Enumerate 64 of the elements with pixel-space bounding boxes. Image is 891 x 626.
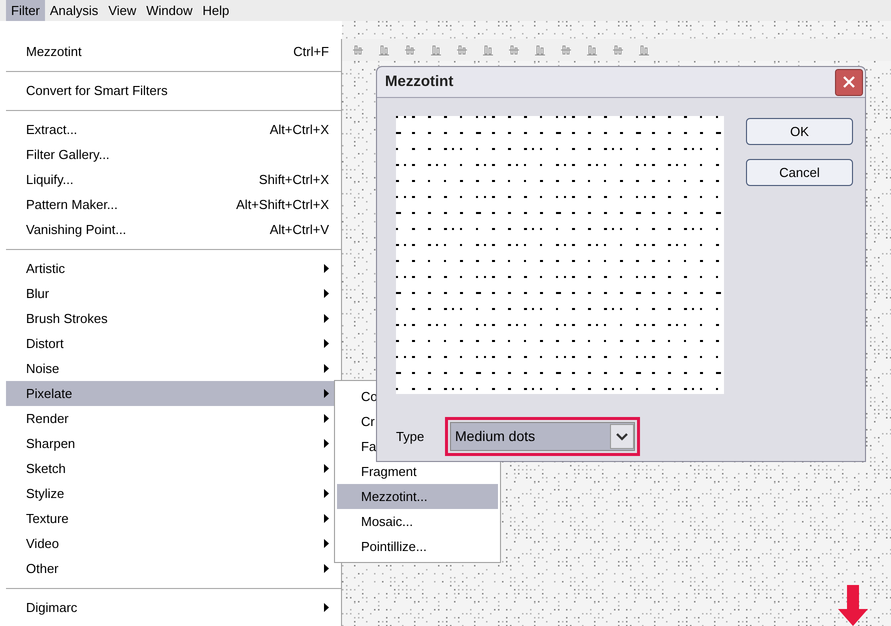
menu-item-label: Convert for Smart Filters bbox=[26, 82, 169, 100]
shortcut-label: Alt+Ctrl+X bbox=[270, 120, 329, 139]
menu-item-label: Artistic bbox=[26, 260, 66, 278]
menu-item-label: Sketch bbox=[26, 460, 67, 478]
menu-item[interactable]: Convert for Smart Filters bbox=[6, 78, 341, 103]
menu-bar-item[interactable]: Filter bbox=[6, 0, 45, 21]
menu-bar-item[interactable]: Analysis bbox=[44, 0, 104, 21]
menu-item-label: Noise bbox=[26, 360, 60, 378]
submenu-arrow-icon bbox=[324, 364, 329, 373]
submenu-arrow-icon bbox=[324, 264, 329, 273]
menu-item-label: Mezzotint bbox=[26, 42, 83, 61]
menu-item-label: Filter Gallery... bbox=[26, 146, 111, 164]
menu-bar-item[interactable]: Window bbox=[141, 0, 198, 21]
menu-item-label: Vanishing Point... bbox=[26, 220, 128, 239]
menu-item-label: Blur bbox=[26, 284, 50, 303]
menu-item-label: Sharpen bbox=[26, 434, 76, 453]
menu-item[interactable]: Noise bbox=[6, 356, 341, 381]
submenu-arrow-icon bbox=[324, 339, 329, 348]
menu-item[interactable]: Extract... Alt+Ctrl+X bbox=[6, 117, 341, 142]
menu-item[interactable]: Liquify... Shift+Ctrl+X bbox=[6, 167, 341, 192]
menu-item[interactable]: Artistic bbox=[6, 256, 341, 281]
menu-item-label: Digimarc bbox=[26, 598, 78, 617]
menu-item[interactable]: Sketch bbox=[6, 456, 341, 481]
menu-item-label: Render bbox=[26, 410, 70, 428]
menu-item[interactable]: Digimarc bbox=[6, 595, 341, 620]
submenu-arrow-icon bbox=[324, 389, 329, 398]
menu-item-label: Liquify... bbox=[26, 170, 74, 189]
menu-item-label: Distort bbox=[26, 334, 65, 353]
submenu-arrow-icon bbox=[324, 464, 329, 473]
shortcut-label: Alt+Shift+Ctrl+X bbox=[236, 196, 329, 214]
shortcut-label: Alt+Ctrl+V bbox=[270, 220, 329, 239]
menu-item[interactable]: Brush Strokes bbox=[6, 306, 341, 331]
shortcut-label: Ctrl+F bbox=[293, 42, 329, 61]
menu-item-label: Extract... bbox=[26, 120, 78, 139]
menu-item[interactable]: Sharpen bbox=[6, 431, 341, 456]
menu-item-label: Stylize bbox=[26, 484, 66, 503]
shortcut-label: Shift+Ctrl+X bbox=[258, 170, 329, 189]
submenu-arrow-icon bbox=[324, 603, 329, 612]
submenu-arrow-icon bbox=[324, 489, 329, 498]
menu-item[interactable]: Distort bbox=[6, 331, 341, 356]
menu-item-label: Pattern Maker... bbox=[26, 196, 119, 214]
menu-item[interactable]: Mezzotint Ctrl+F bbox=[6, 39, 341, 64]
menu-item[interactable]: Pattern Maker... Alt+Shift+Ctrl+X bbox=[6, 192, 341, 217]
menu-item[interactable]: Filter Gallery... bbox=[6, 142, 341, 167]
menu-bar-item[interactable]: View bbox=[103, 0, 142, 21]
submenu-arrow-icon bbox=[324, 539, 329, 548]
menu-item[interactable]: Blur bbox=[6, 281, 341, 306]
submenu-arrow-icon bbox=[324, 439, 329, 448]
submenu-arrow-icon bbox=[324, 289, 329, 298]
menu-item[interactable]: Other bbox=[6, 556, 341, 581]
menu-item[interactable]: Render bbox=[6, 406, 341, 431]
menu-item-label: Other bbox=[26, 560, 60, 578]
submenu-arrow-icon bbox=[324, 514, 329, 523]
menu-item-label: Texture bbox=[26, 510, 70, 528]
menu-bar-item[interactable]: Help bbox=[198, 0, 234, 21]
menu-item-label: Video bbox=[26, 534, 60, 553]
submenu-arrow-icon bbox=[324, 314, 329, 323]
menu-item[interactable]: Texture bbox=[6, 506, 341, 531]
menu-item[interactable]: Vanishing Point... Alt+Ctrl+V bbox=[6, 217, 341, 242]
menu-item-label: Pixelate bbox=[26, 384, 74, 403]
menu-item[interactable]: Video bbox=[6, 531, 341, 556]
submenu-arrow-icon bbox=[324, 564, 329, 573]
submenu-arrow-icon bbox=[324, 414, 329, 423]
menu-item-label: Brush Strokes bbox=[26, 310, 109, 328]
